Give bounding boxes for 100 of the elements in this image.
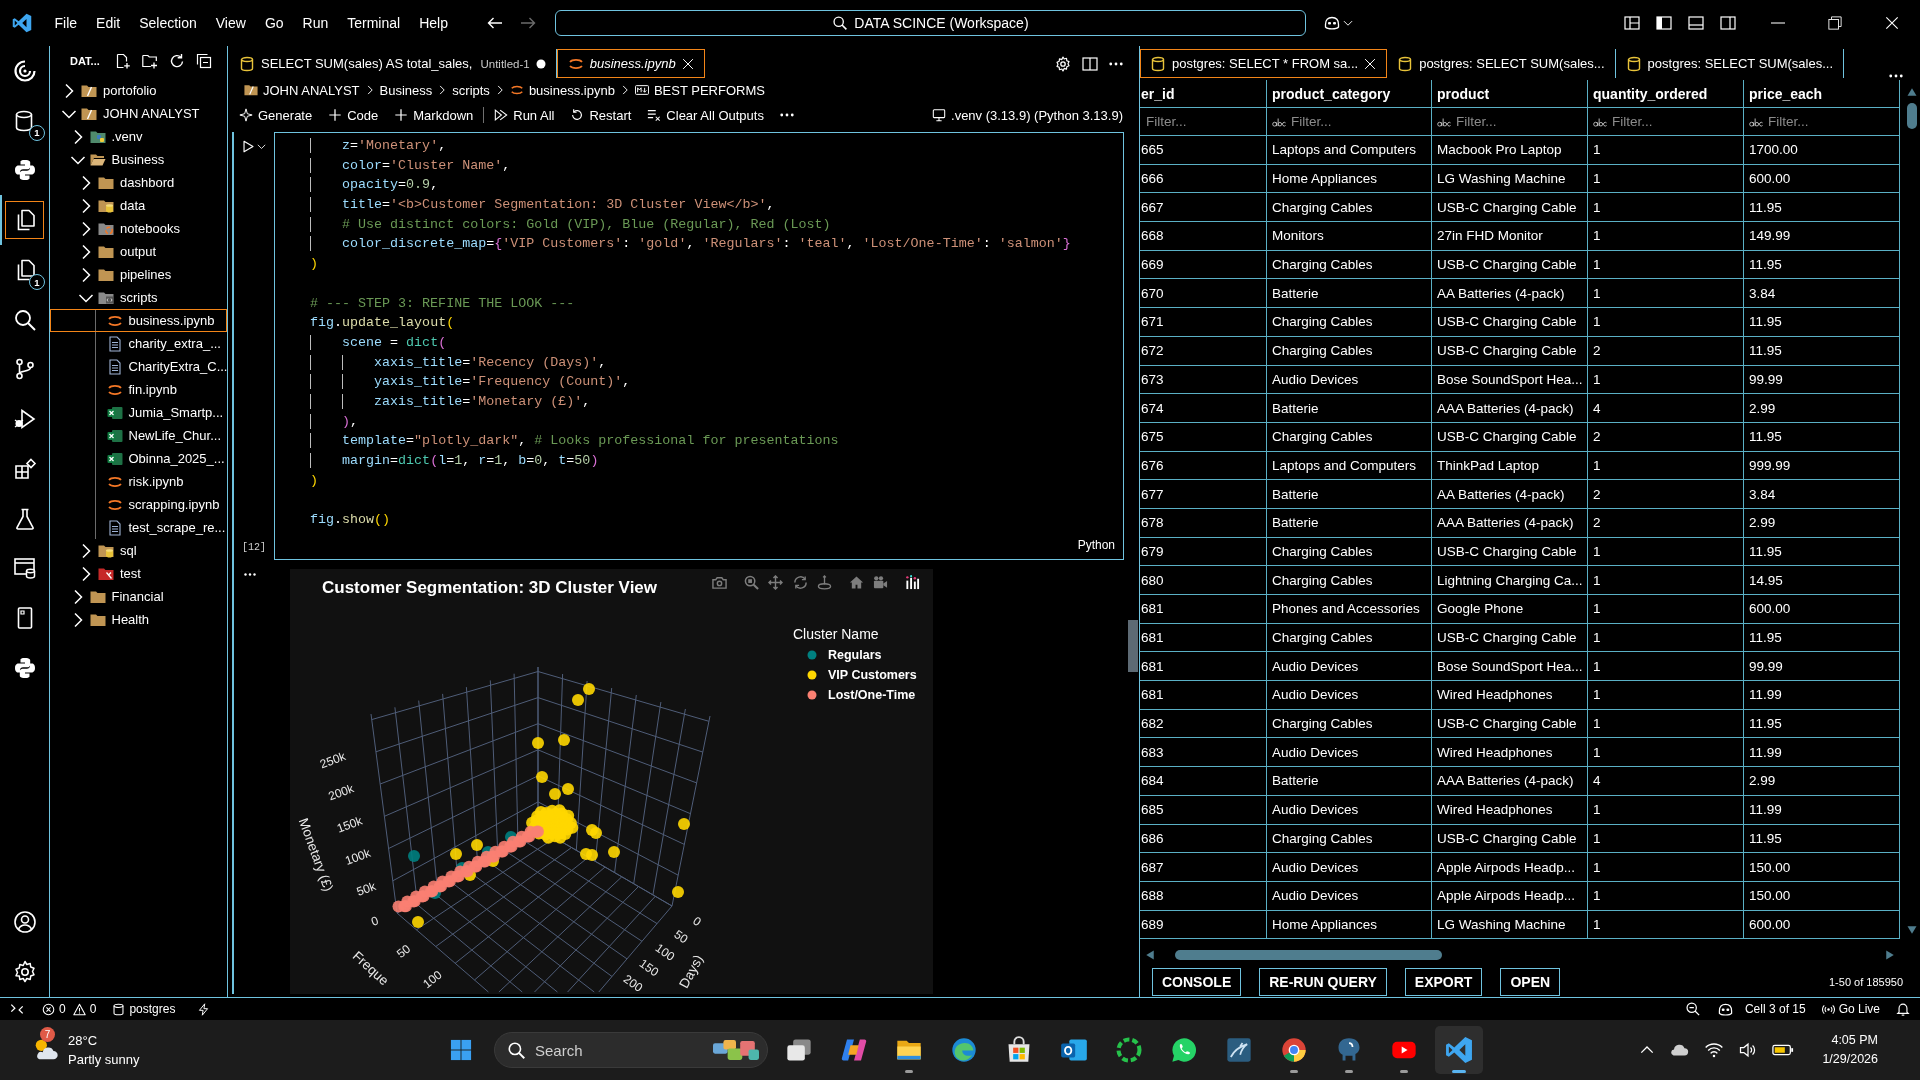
wifi-icon[interactable] [1704, 1040, 1725, 1060]
tree-item[interactable]: fin.ipynb [50, 378, 227, 401]
bar-logo-icon[interactable] [905, 575, 920, 590]
tree-item[interactable]: data [50, 194, 227, 217]
lightning-icon[interactable] [197, 1002, 211, 1016]
sidebar-toggle-icon[interactable] [1656, 15, 1672, 31]
tree-item[interactable]: risk.ipynb [50, 470, 227, 493]
language-label[interactable]: Python [1077, 538, 1115, 552]
extensions-icon[interactable] [12, 456, 37, 481]
scroll-left-icon[interactable] [1144, 949, 1156, 961]
filter-field[interactable]: Filter... [1763, 111, 1899, 132]
new-folder-icon[interactable] [141, 53, 158, 69]
menu-item[interactable]: Help [409, 11, 458, 35]
tree-item[interactable]: output [50, 240, 227, 263]
wave-globe-icon[interactable] [950, 1036, 978, 1064]
legend-label[interactable]: Regulars [828, 648, 882, 662]
minimize-icon[interactable] [1770, 22, 1785, 24]
turntable-icon[interactable] [817, 575, 832, 590]
column-header[interactable]: price_each [1744, 80, 1900, 108]
breadcrumb-item[interactable]: Business [379, 82, 433, 98]
browser-icon[interactable] [1280, 1036, 1308, 1064]
camera-icon[interactable] [712, 575, 727, 590]
refresh-icon[interactable] [168, 53, 185, 69]
chat-bubble-icon[interactable] [1170, 1036, 1198, 1064]
editor-tab[interactable]: postgres: SELECT * FROM sa... [1140, 49, 1388, 78]
orbit-rotation-icon[interactable] [793, 575, 808, 590]
action-button[interactable]: OPEN [1500, 967, 1561, 996]
clock[interactable]: 4:05 PM 1/29/2026 [1822, 1031, 1878, 1069]
scroll-right-icon[interactable] [1884, 949, 1896, 961]
toolbar-button[interactable]: Generate [231, 104, 321, 126]
toolbar-button[interactable]: Code [320, 104, 387, 126]
toolbar-button[interactable]: Restart [562, 104, 640, 126]
breadcrumb-item[interactable]: BEST PERFORMS [634, 82, 765, 98]
ring-icon[interactable] [1115, 1036, 1143, 1064]
breadcrumb-item[interactable]: business.ipynb [509, 82, 615, 98]
tree-item[interactable]: business.ipynb [50, 309, 227, 332]
swirl-logo-icon[interactable] [12, 58, 37, 83]
filter-field[interactable]: Filter... [1141, 111, 1266, 132]
toolbar-button[interactable]: Markdown [386, 104, 482, 126]
restore-icon[interactable] [1827, 16, 1842, 30]
menu-item[interactable]: Selection [129, 11, 207, 35]
tree-item[interactable]: pipelines [50, 263, 227, 286]
action-button[interactable]: CONSOLE [1152, 967, 1242, 996]
tree-item[interactable]: scripts [50, 286, 227, 309]
tree-item[interactable]: sql [50, 539, 227, 562]
tree-item[interactable]: test [50, 562, 227, 585]
tree-item[interactable]: charity_extra_... [50, 332, 227, 355]
filter-field[interactable]: Filter... [1607, 111, 1743, 132]
layout-icon[interactable] [1624, 15, 1640, 31]
tree-item[interactable]: Obinna_2025_... [50, 447, 227, 470]
tree-item[interactable]: JOHN ANALYST [50, 102, 227, 125]
scrollbar-thumb[interactable] [1128, 620, 1138, 672]
action-button[interactable]: EXPORT [1404, 967, 1483, 996]
editor-tab[interactable]: business.ipynb [556, 49, 705, 78]
column-header[interactable]: er_id [1140, 80, 1267, 108]
tree-item[interactable]: portofolio [50, 79, 227, 102]
legend-label[interactable]: VIP Customers [828, 668, 917, 682]
breadcrumb-item[interactable]: scripts [452, 82, 490, 98]
weather-widget[interactable]: 7 28°C Partly sunny [28, 1027, 144, 1073]
database-window-icon[interactable] [12, 556, 37, 581]
chevron-down-icon[interactable] [1343, 18, 1354, 28]
filter-field[interactable]: Filter... [1451, 111, 1587, 132]
action-button[interactable]: RE-RUN QUERY [1259, 967, 1387, 996]
close-icon[interactable] [1884, 16, 1899, 30]
menu-item[interactable]: Edit [86, 11, 130, 35]
bot-face-icon[interactable] [1324, 15, 1341, 31]
search-field[interactable]: Search [535, 1039, 703, 1061]
menu-item[interactable]: Go [255, 11, 294, 35]
panel-toggle-icon[interactable] [1688, 15, 1704, 31]
collapse-all-icon[interactable] [195, 53, 212, 69]
tree-item[interactable]: scrapping.ipynb [50, 493, 227, 516]
more-icon[interactable] [779, 113, 794, 117]
python-logo-icon[interactable] [12, 158, 37, 183]
tree-item[interactable]: test_scrape_re... [50, 516, 227, 539]
more-icon[interactable] [1889, 74, 1903, 78]
go-live-button[interactable]: Go Live [1821, 1002, 1880, 1016]
legend-label[interactable]: Lost/One-Time [828, 688, 916, 702]
tree-item[interactable]: NewLife_Chur... [50, 424, 227, 447]
toolbar-button[interactable]: Clear All Outputs [639, 104, 772, 126]
breadcrumb-item[interactable]: JOHN ANALYST [244, 82, 360, 98]
split-editor-icon[interactable] [1082, 55, 1098, 72]
tree-item[interactable]: Financial [50, 585, 227, 608]
menu-item[interactable]: File [45, 11, 87, 35]
account-icon[interactable] [12, 910, 37, 934]
cell-indicator[interactable]: Cell 3 of 15 [1744, 1002, 1806, 1016]
tree-item[interactable]: notebooks [50, 217, 227, 240]
column-header[interactable]: product [1432, 80, 1588, 108]
connection-status[interactable]: postgres [112, 1002, 176, 1016]
gear-icon[interactable] [1055, 55, 1071, 72]
bot-face-icon[interactable] [1717, 1001, 1733, 1017]
tree-item[interactable]: .venv [50, 125, 227, 148]
run-debug-icon[interactable] [12, 407, 37, 432]
tree-item[interactable]: Health [50, 608, 227, 631]
bell-icon[interactable] [1896, 1002, 1910, 1016]
editor-tab[interactable]: postgres: SELECT SUM(sales... [1387, 49, 1616, 78]
back-arrow-icon[interactable] [487, 15, 504, 31]
command-center[interactable]: DATA SCINCE (Workspace) [555, 10, 1307, 36]
tree-item[interactable]: CharityExtra_C... [50, 355, 227, 378]
chevron-down-icon[interactable] [257, 142, 266, 151]
more-icon[interactable] [244, 573, 256, 576]
